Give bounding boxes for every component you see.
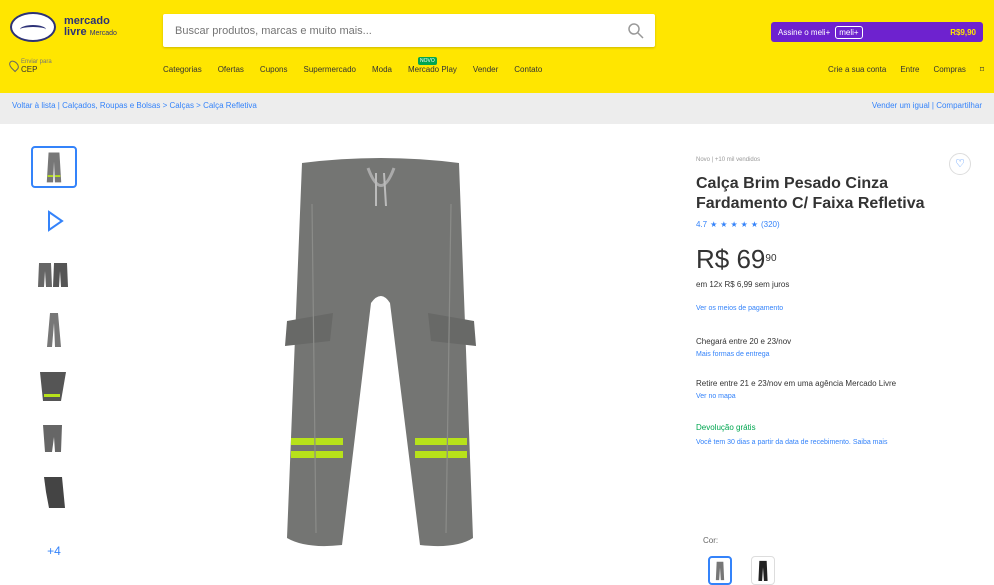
free-return-title: Devolução grátis: [696, 423, 756, 432]
rating-count: (320): [760, 220, 780, 229]
promo-price: R$9,90: [950, 27, 976, 37]
product-image[interactable]: [283, 153, 478, 553]
mercado-livre-logo[interactable]: mercado livre Mercado: [10, 10, 138, 44]
nav-mercado-play-label: Mercado Play: [408, 65, 457, 74]
rating-score: 4.7: [696, 220, 708, 229]
nav-fashion[interactable]: Moda: [372, 65, 392, 74]
play-icon: [48, 210, 64, 232]
color-black-swatch[interactable]: [751, 556, 775, 585]
breadcrumb[interactable]: Voltar à lista | Calçados, Roupas e Bols…: [12, 101, 257, 110]
header: mercado livre Mercado Assine o meli+ mel…: [0, 0, 994, 93]
cep-value: CEP: [21, 65, 38, 74]
handshake-logo-icon: [10, 12, 56, 42]
more-thumbnails-button[interactable]: +4: [31, 538, 77, 564]
pants-detail-icon: [38, 263, 68, 287]
search-input[interactable]: [175, 14, 615, 47]
product-details: Novo | +10 mil vendidos ♡ Calça Brim Pes…: [696, 153, 971, 448]
nav-supermarket[interactable]: Supermercado: [304, 65, 356, 74]
star-icon: ★: [720, 219, 728, 229]
return-policy-text: Você tem 30 dias a partir da data de rec…: [696, 439, 853, 446]
star-icon: ★: [750, 219, 758, 229]
nav-sell[interactable]: Vender: [473, 65, 498, 74]
condition-sold-count: Novo | +10 mil vendidos: [696, 157, 761, 163]
promo-text: Assine o meli+: [778, 27, 831, 37]
thumbnail-pants-side[interactable]: [31, 309, 77, 351]
price-cents: 90: [765, 253, 777, 264]
map-link[interactable]: Ver no mapa: [696, 393, 971, 400]
new-badge: NOVO: [418, 57, 437, 65]
black-pants-swatch-icon: [758, 560, 768, 582]
thumbnail-video[interactable]: [31, 200, 77, 242]
search-bar: [163, 14, 655, 47]
rating-summary[interactable]: 4.7 ★ ★ ★ ★ ★ (320): [696, 220, 971, 229]
create-account-link[interactable]: Crie a sua conta: [828, 65, 886, 74]
product-title: Calça Brim Pesado Cinza Fardamento C/ Fa…: [696, 175, 925, 212]
gray-pants-swatch-icon: [715, 561, 725, 581]
share-links[interactable]: Vender um igual | Compartilhar: [872, 101, 982, 110]
star-icon: ★: [710, 219, 718, 229]
return-policy-link[interactable]: Saiba mais: [853, 439, 888, 446]
pants-side-icon: [47, 313, 61, 347]
login-link[interactable]: Entre: [900, 65, 919, 74]
thumbnail-pants-back[interactable]: [31, 253, 77, 295]
logo-text: mercado livre Mercado: [64, 14, 117, 38]
price: R$ 6990: [696, 245, 971, 273]
star-icon: ★: [730, 219, 738, 229]
installment-value: em 12x R$ 6,99: [696, 280, 753, 289]
thumbnail-fabric[interactable]: [31, 366, 77, 408]
installments: em 12x R$ 6,99 sem juros: [696, 280, 971, 289]
color-gray-swatch[interactable]: [708, 556, 732, 585]
fabric-icon: [40, 372, 66, 401]
cart-icon[interactable]: ⌑: [980, 65, 984, 74]
delivery-date: Chegará entre 20 e 23/nov: [696, 337, 792, 346]
nav-mercado-play[interactable]: Mercado Play NOVO: [408, 57, 457, 74]
color-label: Cor:: [703, 536, 719, 545]
search-icon[interactable]: [627, 22, 645, 40]
return-policy: Você tem 30 dias a partir da data de rec…: [696, 438, 946, 448]
installment-extra: sem juros: [752, 280, 790, 289]
nav-categories[interactable]: Categorias: [163, 65, 202, 74]
thumbnail-detail[interactable]: [31, 417, 77, 459]
detail-icon: [43, 425, 62, 452]
pants-thumbnail-icon: [46, 152, 62, 183]
nav-offers[interactable]: Ofertas: [218, 65, 244, 74]
nav-contact[interactable]: Contato: [514, 65, 542, 74]
purchases-link[interactable]: Compras: [933, 65, 965, 74]
thumbnail-pants-front[interactable]: [31, 146, 77, 188]
main-navigation: Categorias Ofertas Cupons Supermercado M…: [163, 57, 542, 74]
price-value: R$ 69: [696, 244, 766, 274]
subscription-promo[interactable]: Assine o meli+ meli+ R$9,90: [771, 22, 983, 42]
size-icon: [44, 477, 65, 508]
location-pin-icon: [7, 58, 21, 73]
favorite-heart-icon[interactable]: ♡: [949, 153, 971, 175]
pickup-info: Retire entre 21 e 23/nov em uma agência …: [696, 379, 897, 388]
nav-coupons[interactable]: Cupons: [260, 65, 288, 74]
shipping-location[interactable]: Enviar para CEP: [7, 58, 140, 74]
account-links: Crie a sua conta Entre Compras ⌑: [828, 65, 984, 74]
thumbnail-size[interactable]: [31, 472, 77, 514]
promo-pill: meli+: [835, 25, 863, 39]
star-icon: ★: [740, 219, 748, 229]
shipping-options-link[interactable]: Mais formas de entrega: [696, 351, 971, 358]
payment-methods-link[interactable]: Ver os meios de pagamento: [696, 305, 971, 312]
